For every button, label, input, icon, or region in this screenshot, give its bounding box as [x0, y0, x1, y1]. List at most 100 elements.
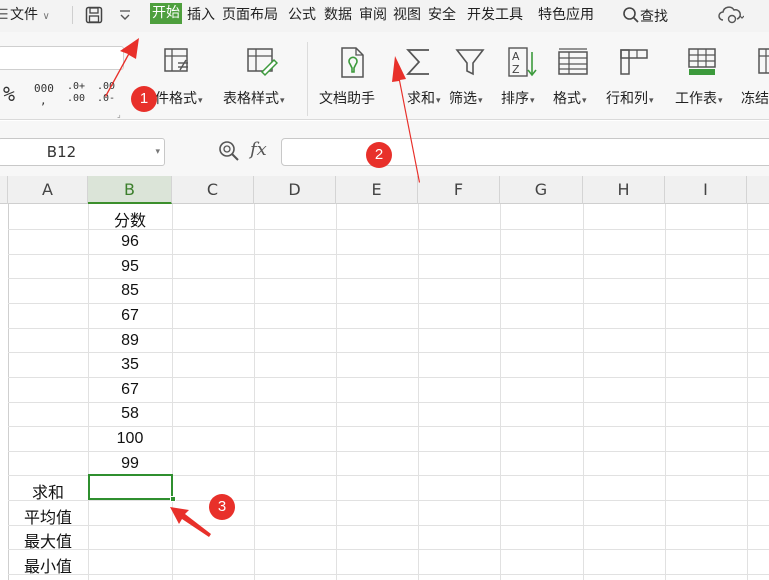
chevron-down-icon: ∨ [42, 11, 50, 22]
formula-input[interactable] [281, 138, 769, 166]
menu-bar: ☰ 文件 ∨ 开始 插入 页面布局 公式 数据 审阅 视图 安全 开发工具 特色… [0, 0, 769, 32]
cell-b6[interactable]: 89 [88, 332, 172, 350]
cell-a12-sum-label[interactable]: 求和 [8, 479, 88, 503]
cell-b9[interactable]: 58 [88, 405, 172, 423]
name-box[interactable]: B12 ▾ [0, 138, 165, 166]
column-header-row: A B C D E F G H I [0, 176, 769, 204]
fill-handle[interactable] [170, 496, 176, 502]
save-icon[interactable] [85, 6, 103, 28]
tab-insert[interactable]: 插入 [187, 6, 215, 24]
app-menu-icon[interactable]: ☰ [0, 6, 9, 24]
cell-b11[interactable]: 99 [88, 455, 172, 473]
grid-line [8, 303, 769, 304]
cloud-sync-icon[interactable] [718, 5, 745, 29]
dialog-launcher-icon[interactable]: ⌟ [117, 110, 121, 119]
cell-b8[interactable]: 67 [88, 381, 172, 399]
table-style-icon [244, 46, 280, 78]
cell-b2[interactable]: 96 [88, 233, 172, 251]
row-col-icon [617, 46, 651, 78]
spreadsheet-window: ☰ 文件 ∨ 开始 插入 页面布局 公式 数据 审阅 视图 安全 开发工具 特色… [0, 0, 769, 580]
cell-b3[interactable]: 95 [88, 258, 172, 276]
conditional-format-icon [160, 46, 196, 78]
tab-developer[interactable]: 开发工具 [467, 6, 523, 24]
column-header-f[interactable]: F [418, 176, 500, 204]
doc-helper-label[interactable]: 文档助手 [319, 88, 375, 108]
cell-b4[interactable]: 85 [88, 282, 172, 300]
grid-line [8, 254, 769, 255]
decrease-decimal-top[interactable]: .00 [97, 81, 115, 92]
sort-label[interactable]: 排序▾ [501, 88, 535, 108]
active-cell-b12[interactable] [88, 474, 173, 500]
grid-line [8, 451, 769, 452]
search-label: 查找 [640, 9, 668, 25]
svg-text:Z: Z [512, 63, 520, 76]
grid-line [418, 204, 419, 580]
file-menu-label: 文件 [10, 7, 38, 23]
grid-line [254, 204, 255, 580]
sort-az-icon: AZ [506, 46, 538, 80]
grid-line [8, 352, 769, 353]
increase-decimal-top[interactable]: .0+ [67, 81, 85, 92]
ribbon-toolbar: % 000 , .0+ .00 .00 .0- ⌟ 件格式▾ 表格样式▾ 文档助… [0, 32, 769, 120]
tab-security[interactable]: 安全 [428, 6, 456, 24]
worksheet-grid[interactable]: A B C D E F G H I 分数 96 95 85 67 89 35 6… [0, 176, 769, 580]
grid-line [8, 500, 769, 501]
sum-label[interactable]: 求和▾ [407, 88, 441, 108]
table-style-label[interactable]: 表格样式▾ [223, 88, 285, 108]
annotation-badge-2: 2 [366, 142, 392, 168]
filter-icon [454, 46, 486, 78]
cell-b5[interactable]: 67 [88, 307, 172, 325]
cell-a14-max-label[interactable]: 最大值 [8, 528, 88, 552]
cell-a13-average-label[interactable]: 平均值 [8, 504, 88, 528]
tab-formulas[interactable]: 公式 [288, 6, 316, 24]
tab-data[interactable]: 数据 [324, 6, 352, 24]
annotation-badge-1: 1 [131, 86, 157, 112]
column-header-e[interactable]: E [336, 176, 418, 204]
column-header-b[interactable]: B [88, 176, 172, 204]
increase-decimal-bottom[interactable]: .00 [67, 93, 85, 104]
quick-access-dropdown-icon[interactable] [118, 7, 132, 26]
tab-page-layout[interactable]: 页面布局 [222, 6, 278, 24]
tab-view[interactable]: 视图 [393, 6, 421, 24]
tab-review[interactable]: 审阅 [359, 6, 387, 24]
select-all-corner[interactable] [0, 176, 8, 204]
grid-line [583, 204, 584, 580]
cell-b1-header[interactable]: 分数 [88, 207, 172, 231]
grid-line [8, 426, 769, 427]
column-header-g[interactable]: G [500, 176, 583, 204]
grid-line [8, 377, 769, 378]
svg-text:A: A [512, 50, 520, 63]
grid-line [172, 204, 173, 580]
column-header-c[interactable]: C [172, 176, 254, 204]
format-label[interactable]: 格式▾ [553, 88, 587, 108]
sigma-icon [402, 46, 434, 78]
freeze-label[interactable]: 冻结 [741, 88, 769, 108]
column-header-a[interactable]: A [8, 176, 88, 204]
grid-line [747, 204, 748, 580]
column-header-i[interactable]: I [665, 176, 747, 204]
number-format-dropdown[interactable] [0, 46, 124, 70]
conditional-format-label[interactable]: 件格式▾ [155, 88, 203, 108]
grid-line [665, 204, 666, 580]
tab-special-apps[interactable]: 特色应用 [538, 6, 594, 24]
percent-style-button[interactable]: % [3, 82, 15, 106]
chevron-down-icon[interactable]: ▾ [155, 147, 160, 157]
cell-b10[interactable]: 100 [88, 430, 172, 448]
file-menu[interactable]: 文件 ∨ [10, 6, 50, 26]
grid-line [8, 328, 769, 329]
grid-line [8, 278, 769, 279]
cell-a15-min-label[interactable]: 最小值 [8, 553, 88, 577]
grid-line [8, 402, 769, 403]
tab-home[interactable]: 开始 [150, 3, 182, 24]
filter-label[interactable]: 筛选▾ [449, 88, 483, 108]
column-header-d[interactable]: D [254, 176, 336, 204]
cell-b7[interactable]: 35 [88, 356, 172, 374]
decrease-decimal-bottom[interactable]: .0- [97, 93, 115, 104]
search-button[interactable]: 查找 [622, 6, 668, 29]
zoom-formula-icon[interactable] [218, 140, 240, 166]
comma-mark: , [40, 94, 47, 107]
worksheet-label[interactable]: 工作表▾ [675, 88, 723, 108]
row-col-label[interactable]: 行和列▾ [606, 88, 654, 108]
column-header-h[interactable]: H [583, 176, 665, 204]
fx-icon[interactable]: fx [250, 139, 267, 160]
